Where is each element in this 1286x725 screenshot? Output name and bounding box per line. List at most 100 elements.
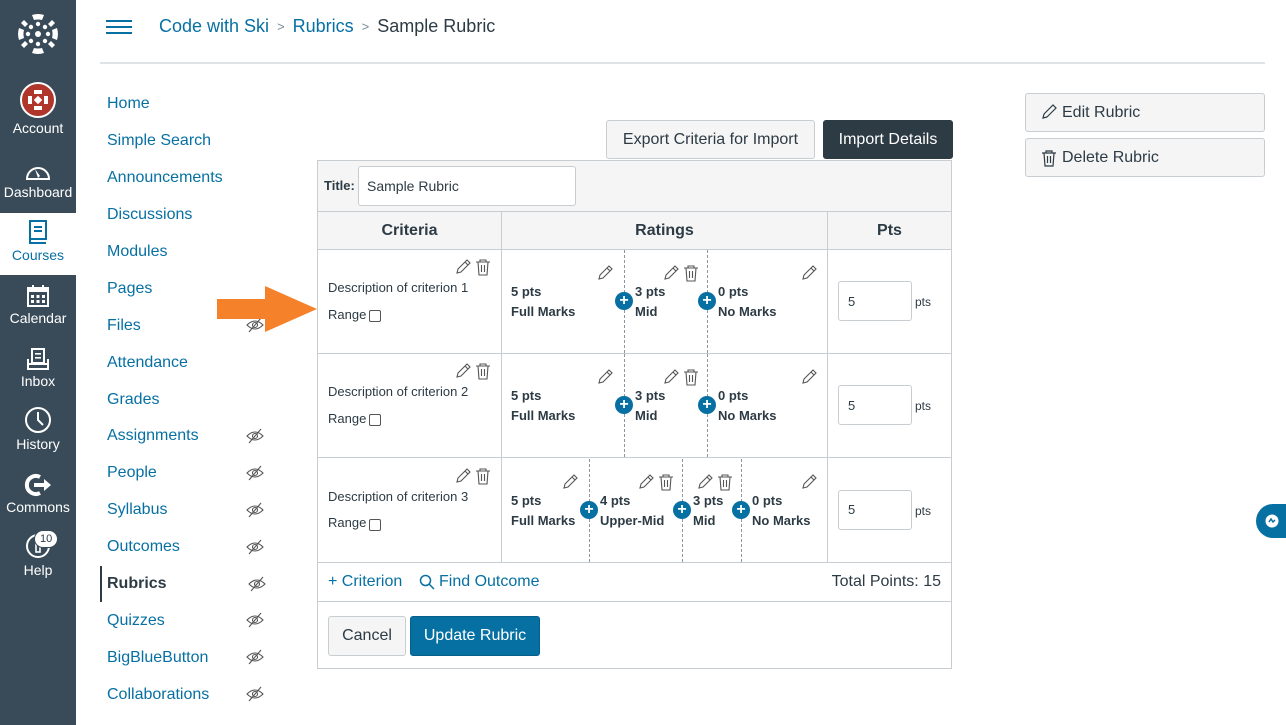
global-nav-calendar[interactable]: Calendar: [0, 276, 76, 338]
global-nav-commons[interactable]: Commons: [0, 465, 76, 527]
top-bar: Code with Ski > Rubrics > Sample Rubric: [100, 0, 1265, 64]
delete-rubric-button[interactable]: Delete Rubric: [1025, 138, 1265, 177]
rating-actions: [800, 473, 818, 491]
canvas-logo[interactable]: [0, 8, 76, 60]
criterion-points-input[interactable]: [838, 281, 912, 321]
global-nav-help[interactable]: 10 Help: [0, 528, 76, 590]
rating-actions: [662, 368, 700, 386]
global-nav-label: Inbox: [20, 373, 56, 389]
criterion-row: Description of criterion 1 Range 5 pts Full…: [318, 250, 951, 354]
trash-icon[interactable]: [682, 264, 700, 282]
add-rating-plus-icon[interactable]: +: [615, 292, 633, 310]
range-toggle: Range: [328, 410, 382, 427]
rating-label: Full Marks: [511, 512, 576, 528]
pencil-icon[interactable]: [800, 473, 818, 491]
export-criteria-button[interactable]: Export Criteria for Import: [606, 120, 815, 159]
pencil-icon[interactable]: [800, 264, 818, 282]
trash-icon[interactable]: [474, 467, 492, 485]
rating-actions: [454, 467, 492, 485]
range-checkbox[interactable]: [369, 518, 382, 531]
course-nav-label: Simple Search: [107, 132, 212, 150]
course-nav-collaborations[interactable]: Collaborations: [100, 676, 280, 713]
course-nav-attendance[interactable]: Attendance: [100, 344, 280, 381]
course-nav-discussions[interactable]: Discussions: [100, 197, 280, 234]
rubric-title-input[interactable]: [358, 166, 576, 206]
course-nav-bigbluebutton[interactable]: BigBlueButton: [100, 639, 280, 676]
hidden-eye-icon: [246, 686, 264, 707]
range-checkbox[interactable]: [369, 310, 382, 322]
rating-points: 5 pts: [511, 388, 542, 404]
add-rating-plus-icon[interactable]: +: [698, 292, 716, 310]
pencil-icon[interactable]: [662, 368, 680, 386]
add-rating-plus-icon[interactable]: +: [673, 500, 691, 519]
course-nav-announcements[interactable]: Announcements: [100, 160, 280, 197]
rating-cell: 4 pts Upper-Mid: [589, 458, 682, 562]
pencil-icon[interactable]: [662, 264, 680, 282]
side-pull-tab[interactable]: [1256, 504, 1286, 538]
breadcrumb-rubrics[interactable]: Rubrics: [293, 16, 354, 37]
pencil-icon[interactable]: [596, 264, 614, 282]
rating-points: 0 pts: [718, 388, 749, 404]
search-icon: [419, 574, 435, 590]
rating-label: Upper-Mid: [600, 512, 665, 528]
course-nav-people[interactable]: People: [100, 455, 280, 492]
trash-icon[interactable]: [474, 362, 492, 380]
course-nav-label: Home: [107, 95, 150, 113]
global-nav-history[interactable]: History: [0, 402, 76, 464]
course-menu-toggle[interactable]: [106, 16, 132, 38]
course-nav-assignments[interactable]: Assignments: [100, 418, 280, 455]
trash-icon[interactable]: [716, 473, 734, 491]
global-nav-dashboard[interactable]: Dashboard: [0, 150, 76, 212]
hidden-eye-icon: [246, 649, 264, 670]
course-nav-label: Announcements: [107, 169, 223, 187]
criterion-points-input[interactable]: [838, 489, 912, 530]
trash-icon[interactable]: [682, 368, 700, 386]
rating-cell: 3 pts Mid: [624, 354, 707, 458]
global-nav-inbox[interactable]: Inbox: [0, 339, 76, 401]
import-details-button[interactable]: Import Details: [823, 120, 953, 159]
course-nav-rubrics[interactable]: Rubrics: [100, 565, 280, 603]
add-criterion-link[interactable]: + Criterion: [328, 573, 402, 591]
rubric-footer: + Criterion Find Outcome Total Points: 1…: [318, 563, 951, 602]
course-nav-syllabus[interactable]: Syllabus: [100, 492, 280, 529]
pencil-icon[interactable]: [800, 368, 818, 386]
criterion-points-input[interactable]: [838, 385, 912, 426]
title-label: Title:: [324, 178, 355, 193]
course-nav-quizzes[interactable]: Quizzes: [100, 602, 280, 639]
course-nav-label: Pages: [107, 279, 153, 297]
global-nav-account[interactable]: Account: [0, 80, 76, 142]
find-outcome-link[interactable]: Find Outcome: [419, 573, 539, 591]
global-nav-courses[interactable]: Courses: [0, 213, 76, 275]
trash-icon[interactable]: [474, 258, 492, 276]
add-rating-plus-icon[interactable]: +: [732, 500, 750, 519]
pencil-icon[interactable]: [454, 362, 472, 380]
pencil-icon[interactable]: [454, 467, 472, 485]
course-nav-outcomes[interactable]: Outcomes: [100, 529, 280, 566]
breadcrumb-course[interactable]: Code with Ski: [159, 16, 269, 37]
criterion-row: Description of criterion 2 Range 5 pts Full…: [318, 354, 951, 459]
calendar-icon: [27, 285, 49, 307]
trash-icon[interactable]: [657, 473, 675, 491]
edit-rubric-button[interactable]: Edit Rubric: [1025, 93, 1265, 132]
update-rubric-button[interactable]: Update Rubric: [410, 616, 540, 656]
rating-points: 0 pts: [752, 492, 783, 508]
feedback-icon: [1265, 514, 1279, 528]
cancel-button[interactable]: Cancel: [328, 616, 406, 656]
pencil-icon[interactable]: [454, 258, 472, 276]
pencil-icon[interactable]: [596, 368, 614, 386]
rating-label: Mid: [693, 512, 716, 528]
course-nav-home[interactable]: Home: [100, 86, 280, 123]
add-rating-plus-icon[interactable]: +: [580, 500, 598, 519]
rating-label: No Marks: [718, 408, 777, 424]
rating-cell: 3 pts Mid: [624, 250, 707, 353]
course-nav-grades[interactable]: Grades: [100, 381, 280, 418]
pencil-icon[interactable]: [637, 473, 655, 491]
pencil-icon[interactable]: [561, 473, 579, 491]
course-nav-modules[interactable]: Modules: [100, 234, 280, 271]
range-checkbox[interactable]: [369, 414, 382, 427]
course-nav-simple-search[interactable]: Simple Search: [100, 123, 280, 160]
pencil-icon[interactable]: [696, 473, 714, 491]
plus-icon: +: [328, 573, 342, 590]
course-nav-label: Collaborations: [107, 685, 210, 703]
canvas-logo-icon: [18, 14, 58, 54]
